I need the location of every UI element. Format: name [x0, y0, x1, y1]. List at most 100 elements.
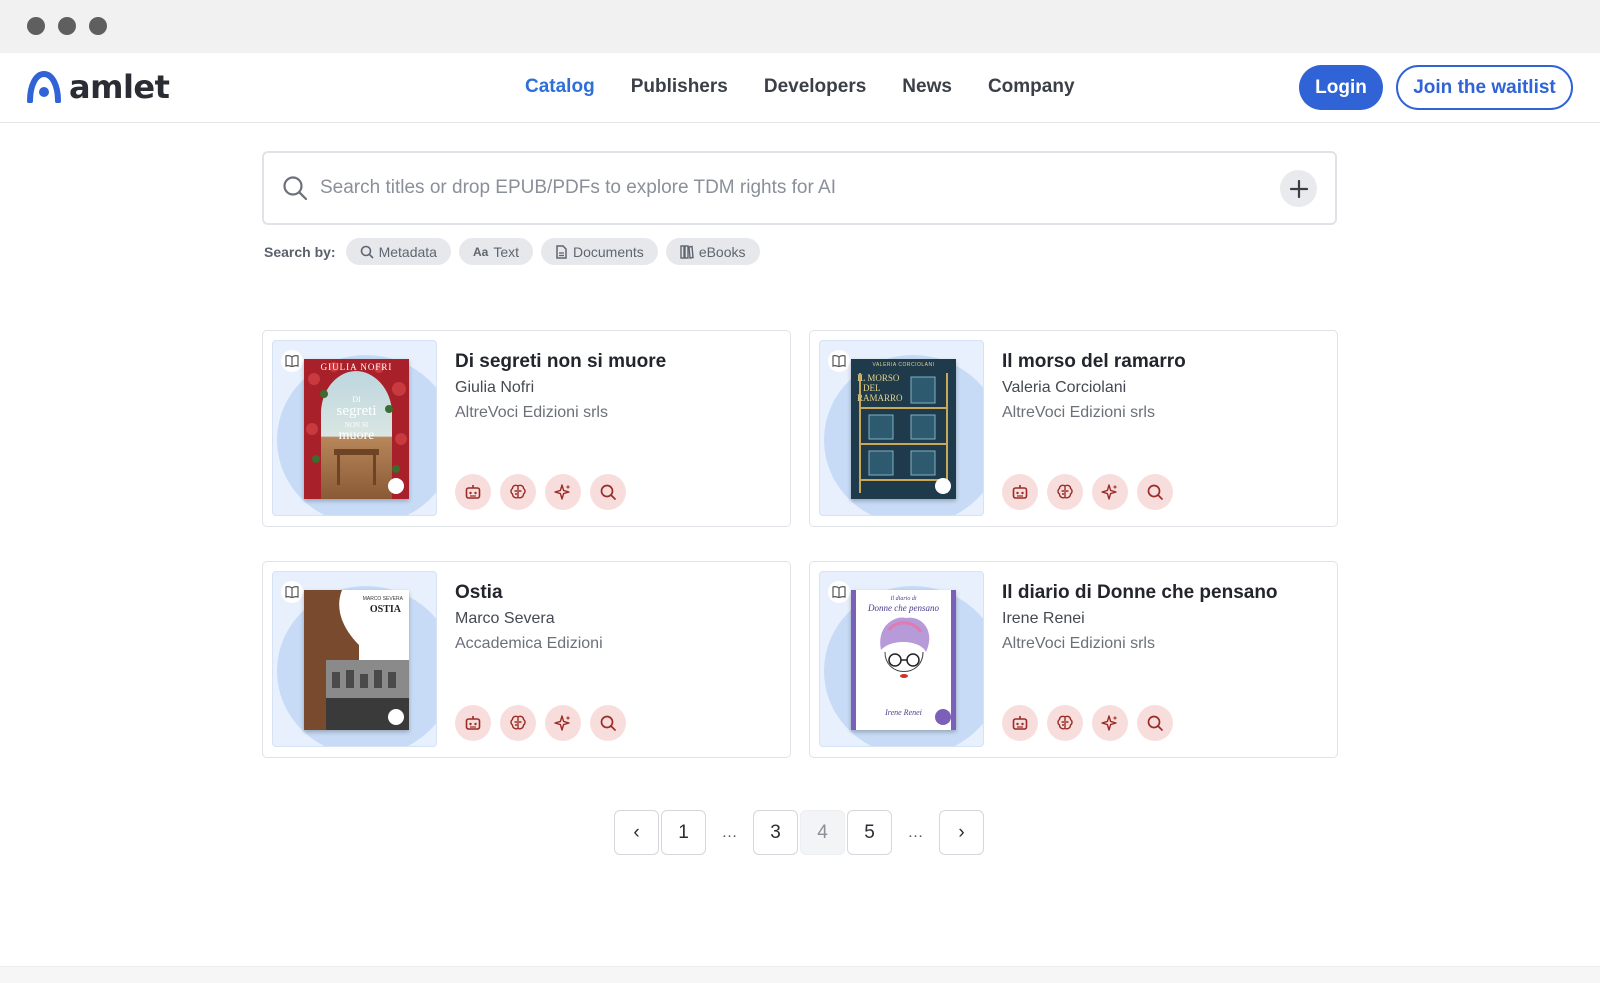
page-1-button[interactable]: 1 — [661, 810, 706, 855]
page-5-button[interactable]: 5 — [847, 810, 892, 855]
book-author: Irene Renei — [1002, 610, 1085, 627]
robot-icon — [465, 716, 481, 730]
pagination-ellipsis: … — [907, 823, 924, 841]
nav-publishers[interactable]: Publishers — [631, 76, 728, 98]
next-page-button[interactable]: › — [939, 810, 984, 855]
open-book-icon — [281, 581, 303, 603]
book-author: Marco Severa — [455, 610, 555, 627]
chip-documents[interactable]: Documents — [541, 238, 658, 265]
login-button[interactable]: Login — [1299, 65, 1383, 110]
brand-logo[interactable]: amlet — [27, 68, 170, 106]
robot-icon — [1012, 485, 1028, 499]
ai-generate-button[interactable] — [1092, 705, 1128, 741]
ai-search-button[interactable] — [1137, 474, 1173, 510]
ai-generate-button[interactable] — [545, 474, 581, 510]
book-actions — [1002, 705, 1173, 741]
magnify-icon — [600, 715, 616, 731]
book-card[interactable]: MARCO SEVERA OSTIA Ostia Marco Severa Ac… — [262, 561, 791, 758]
brain-icon — [1057, 715, 1073, 730]
ai-training-button[interactable] — [1047, 705, 1083, 741]
join-waitlist-button[interactable]: Join the waitlist — [1396, 65, 1573, 110]
book-actions — [455, 705, 626, 741]
open-book-icon — [828, 350, 850, 372]
chip-label: Documents — [573, 243, 644, 260]
nav-catalog[interactable]: Catalog — [525, 76, 595, 98]
search-input[interactable] — [320, 169, 1220, 207]
nav-developers[interactable]: Developers — [764, 76, 866, 98]
ai-search-button[interactable] — [590, 705, 626, 741]
ai-robot-button[interactable] — [1002, 474, 1038, 510]
ai-training-button[interactable] — [500, 705, 536, 741]
chip-ebooks[interactable]: eBooks — [665, 238, 760, 265]
book-thumbnail[interactable]: VALERIA CORCIOLANI IL MORSO DEL RAMARRO — [819, 340, 984, 516]
chip-metadata[interactable]: Metadata — [345, 238, 451, 265]
book-author: Valeria Corciolani — [1002, 379, 1127, 396]
book-thumbnail[interactable]: MARCO SEVERA OSTIA — [272, 571, 437, 747]
ai-search-button[interactable] — [1137, 705, 1173, 741]
page-4-current: 4 — [800, 810, 845, 855]
site-header: amlet Catalog Publishers Developers News… — [0, 53, 1600, 123]
book-publisher: AltreVoci Edizioni srls — [455, 404, 608, 421]
book-publisher: Accademica Edizioni — [455, 635, 603, 652]
book-title[interactable]: Il diario di Donne che pensano — [1002, 582, 1278, 604]
text-icon: Aa — [472, 244, 489, 259]
ai-search-button[interactable] — [590, 474, 626, 510]
ai-training-button[interactable] — [500, 474, 536, 510]
cover-title-line2: DEL — [863, 383, 881, 393]
chip-label: Metadata — [378, 243, 437, 260]
book-cover: VALERIA CORCIOLANI IL MORSO DEL RAMARRO — [851, 359, 956, 499]
ai-training-button[interactable] — [1047, 474, 1083, 510]
window-maximize-dot[interactable] — [89, 17, 107, 35]
magnify-icon — [1147, 715, 1163, 731]
book-thumbnail[interactable]: Il diario di Donne che pensano Irene Ren… — [819, 571, 984, 747]
amlet-logo-icon — [27, 71, 61, 103]
cover-author: VALERIA CORCIOLANI — [872, 362, 935, 368]
brain-icon — [1057, 484, 1073, 499]
ai-robot-button[interactable] — [455, 705, 491, 741]
search-icon — [360, 245, 374, 259]
book-actions — [455, 474, 626, 510]
publisher-mark-icon — [935, 709, 951, 725]
book-cover: MARCO SEVERA OSTIA — [304, 590, 409, 730]
window-minimize-dot[interactable] — [58, 17, 76, 35]
cover-title-line1: IL MORSO — [857, 373, 900, 383]
book-card[interactable]: Il diario di Donne che pensano Irene Ren… — [809, 561, 1338, 758]
search-by-filters: Search by: Metadata Aa Text Documents eB… — [264, 238, 760, 265]
book-cover: GIULIA NOFRI DI segreti NON SI muore — [304, 359, 409, 499]
book-title[interactable]: Il morso del ramarro — [1002, 351, 1186, 373]
sparkle-icon — [554, 715, 571, 731]
cover-title: OSTIA — [369, 604, 401, 615]
nav-company[interactable]: Company — [988, 76, 1075, 98]
prev-page-button[interactable]: ‹ — [614, 810, 659, 855]
search-by-label: Search by: — [264, 243, 336, 260]
open-book-icon — [828, 581, 850, 603]
magnify-icon — [1147, 484, 1163, 500]
cover-title-line3: RAMARRO — [857, 393, 903, 403]
book-title[interactable]: Di segreti non si muore — [455, 351, 666, 373]
sparkle-icon — [554, 484, 571, 500]
book-thumbnail[interactable]: GIULIA NOFRI DI segreti NON SI muore — [272, 340, 437, 516]
book-card[interactable]: VALERIA CORCIOLANI IL MORSO DEL RAMARRO … — [809, 330, 1338, 527]
ai-robot-button[interactable] — [1002, 705, 1038, 741]
brain-icon — [510, 715, 526, 730]
search-box — [262, 151, 1337, 225]
cover-title-top: Il diario di — [890, 596, 917, 602]
search-icon — [283, 176, 308, 201]
window-close-dot[interactable] — [27, 17, 45, 35]
book-publisher: AltreVoci Edizioni srls — [1002, 404, 1155, 421]
nav-news[interactable]: News — [902, 76, 952, 98]
book-title[interactable]: Ostia — [455, 582, 503, 604]
book-card[interactable]: GIULIA NOFRI DI segreti NON SI muore Di … — [262, 330, 791, 527]
book-cover: Il diario di Donne che pensano Irene Ren… — [851, 590, 956, 730]
chip-text[interactable]: Aa Text — [458, 238, 533, 265]
ai-generate-button[interactable] — [1092, 474, 1128, 510]
sparkle-icon — [1101, 715, 1118, 731]
page-3-button[interactable]: 3 — [753, 810, 798, 855]
upload-add-button[interactable] — [1280, 170, 1317, 207]
ai-robot-button[interactable] — [455, 474, 491, 510]
plus-icon — [1289, 179, 1308, 198]
document-icon — [556, 244, 567, 259]
ai-generate-button[interactable] — [545, 705, 581, 741]
page-footer-edge — [0, 966, 1600, 983]
book-publisher: AltreVoci Edizioni srls — [1002, 635, 1155, 652]
